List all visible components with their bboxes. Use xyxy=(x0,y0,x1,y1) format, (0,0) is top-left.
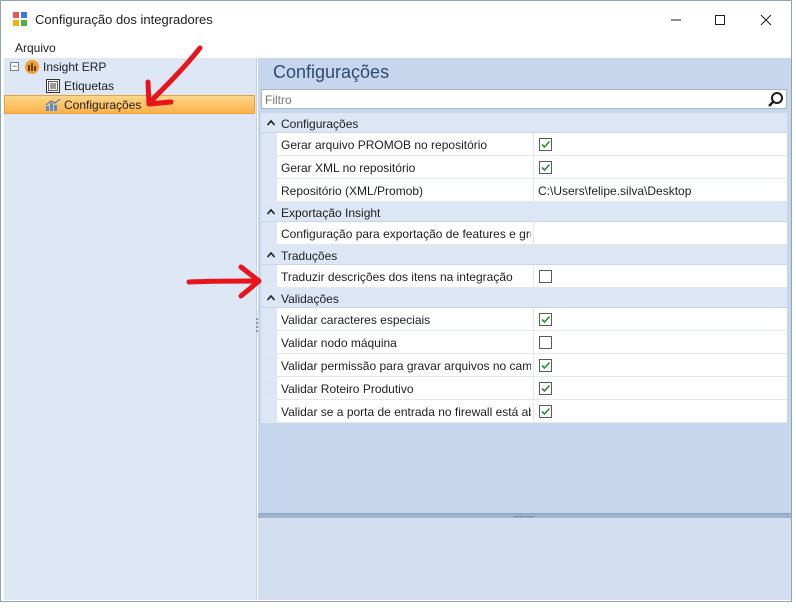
category-validacoes[interactable]: Validações xyxy=(261,288,787,308)
property-row[interactable]: Validar permissão para gravar arquivos n… xyxy=(261,354,787,377)
property-name: Gerar arquivo PROMOB no repositório xyxy=(281,138,488,152)
property-name: Configuração para exportação de features… xyxy=(281,227,531,241)
property-name: Gerar XML no repositório xyxy=(281,161,416,175)
property-row[interactable]: Configuração para exportação de features… xyxy=(261,222,787,245)
tree-item-insight-erp[interactable]: Insight ERP xyxy=(24,58,106,76)
property-name: Validar se a porta de entrada no firewal… xyxy=(281,405,531,419)
tree-item-configuracoes[interactable]: Configurações xyxy=(45,96,141,114)
checkmark-icon xyxy=(541,163,551,172)
checkmark-icon xyxy=(541,407,551,416)
property-name: Validar Roteiro Produtivo xyxy=(281,382,414,396)
collapse-arrow-icon[interactable] xyxy=(266,293,276,303)
property-row[interactable]: Validar Roteiro Produtivo xyxy=(261,377,787,400)
checkbox-checked[interactable] xyxy=(539,313,552,326)
close-button[interactable] xyxy=(743,1,789,38)
property-row[interactable]: Gerar XML no repositório xyxy=(261,156,787,179)
checkbox-unchecked[interactable] xyxy=(539,336,552,349)
filter-placeholder: Filtro xyxy=(265,93,292,107)
app-icon xyxy=(13,12,27,26)
category-label: Validações xyxy=(281,292,339,306)
checkbox-checked[interactable] xyxy=(539,405,552,418)
category-label: Configurações xyxy=(281,117,359,131)
checkmark-icon xyxy=(541,361,551,370)
category-label: Traduções xyxy=(281,249,338,263)
menu-arquivo[interactable]: Arquivo xyxy=(15,41,56,55)
checkmark-icon xyxy=(541,140,551,149)
property-panel: Configurações Filtro Configurações Gerar… xyxy=(258,58,791,600)
checkbox-unchecked[interactable] xyxy=(539,270,552,283)
category-exportacao-insight[interactable]: Exportação Insight xyxy=(261,202,787,222)
panel-title: Configurações xyxy=(273,62,390,82)
tree-collapse-toggle[interactable]: − xyxy=(10,62,19,71)
property-row[interactable]: Validar se a porta de entrada no firewal… xyxy=(261,400,787,423)
maximize-icon xyxy=(715,14,725,25)
property-name: Validar permissão para gravar arquivos n… xyxy=(281,359,531,373)
filter-input[interactable]: Filtro xyxy=(261,89,787,109)
maximize-button[interactable] xyxy=(697,1,743,38)
tree-item-label: Configurações xyxy=(64,98,142,112)
property-row[interactable]: Traduzir descrições dos itens na integra… xyxy=(261,265,787,288)
annotation-arrow-icon xyxy=(186,264,262,299)
property-grid: Configurações Gerar arquivo PROMOB no re… xyxy=(261,113,787,423)
description-area xyxy=(258,518,791,600)
main-window: Configuração dos integradores Arquivo − … xyxy=(0,0,792,602)
close-icon xyxy=(760,14,772,25)
collapse-arrow-icon[interactable] xyxy=(266,207,276,217)
property-name: Repositório (XML/Promob) xyxy=(281,184,424,198)
annotation-arrow-icon xyxy=(145,45,203,107)
tree-item-etiquetas[interactable]: Etiquetas xyxy=(45,77,114,95)
category-configuracoes[interactable]: Configurações xyxy=(261,113,787,133)
checkmark-icon xyxy=(541,315,551,324)
checkbox-checked[interactable] xyxy=(539,359,552,372)
property-value[interactable]: C:\Users\felipe.silva\Desktop xyxy=(538,184,691,198)
insight-erp-icon xyxy=(25,60,39,74)
window-title: Configuração dos integradores xyxy=(35,12,213,27)
property-row[interactable]: Validar nodo máquina xyxy=(261,331,787,354)
property-name: Validar nodo máquina xyxy=(281,336,397,350)
checkmark-icon xyxy=(541,384,551,393)
menu-bar: Arquivo xyxy=(1,38,791,58)
settings-chart-icon xyxy=(45,98,61,111)
minimize-icon xyxy=(671,19,681,20)
checkbox-checked[interactable] xyxy=(539,382,552,395)
checkbox-checked[interactable] xyxy=(539,138,552,151)
collapse-arrow-icon[interactable] xyxy=(266,250,276,260)
property-row[interactable]: Gerar arquivo PROMOB no repositório xyxy=(261,133,787,156)
label-icon xyxy=(46,79,60,93)
tree-item-label: Etiquetas xyxy=(64,79,115,93)
property-row[interactable]: Validar caracteres especiais xyxy=(261,308,787,331)
tree-panel: − Insight ERP Etiquetas Configurações xyxy=(4,58,257,600)
category-label: Exportação Insight xyxy=(281,206,381,220)
search-icon[interactable] xyxy=(767,91,784,108)
category-traducoes[interactable]: Traduções xyxy=(261,245,787,265)
property-row[interactable]: Repositório (XML/Promob) C:\Users\felipe… xyxy=(261,179,787,202)
collapse-arrow-icon[interactable] xyxy=(266,118,276,128)
minimize-button[interactable] xyxy=(653,1,699,38)
property-name: Validar caracteres especiais xyxy=(281,313,431,327)
checkbox-checked[interactable] xyxy=(539,161,552,174)
title-bar: Configuração dos integradores xyxy=(1,1,791,38)
property-name: Traduzir descrições dos itens na integra… xyxy=(281,270,513,284)
tree-item-label: Insight ERP xyxy=(43,60,107,74)
